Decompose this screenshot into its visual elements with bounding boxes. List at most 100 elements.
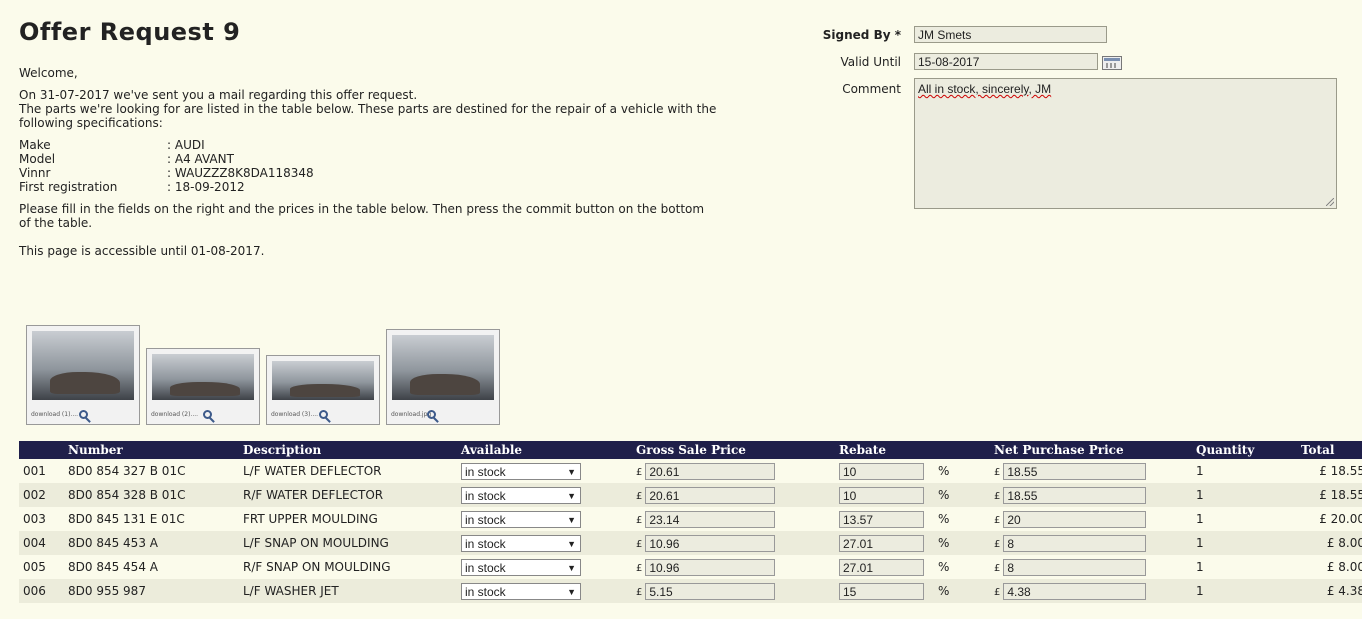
rebate-input[interactable]: 13.57 — [839, 510, 924, 528]
col-description: Description — [239, 441, 457, 459]
spec-make: Make: AUDI — [19, 138, 205, 152]
thumbnail-4[interactable]: download.jpg — [386, 329, 500, 425]
row-index: 001 — [19, 459, 64, 483]
quantity: 1 — [1192, 507, 1297, 531]
availability-select[interactable]: in stock ▼ — [461, 558, 581, 576]
valid-until-field[interactable]: 15-08-2017 — [914, 53, 1098, 70]
row-index: 004 — [19, 531, 64, 555]
table-row: 004 8D0 845 453 A L/F SNAP ON MOULDING in s… — [19, 531, 1362, 555]
currency-symbol: £ — [994, 514, 1001, 526]
part-number: 8D0 854 327 B 01C — [64, 459, 239, 483]
spec-first-registration: First registration: 18-09-2012 — [19, 180, 245, 194]
calendar-icon[interactable] — [1102, 56, 1122, 70]
row-index: 005 — [19, 555, 64, 579]
rebate-input[interactable]: 10 — [839, 462, 924, 480]
gross-sale-price-input[interactable]: 20.61 — [645, 486, 776, 504]
col-quantity: Quantity — [1192, 441, 1297, 459]
currency-symbol: £ — [636, 562, 643, 574]
net-purchase-price-input[interactable]: 8 — [1003, 534, 1147, 552]
zoom-icon[interactable] — [79, 410, 88, 419]
rebate-input[interactable]: 27.01 — [839, 558, 924, 576]
row-total: £ 18.55 — [1297, 483, 1362, 507]
part-description: L/F SNAP ON MOULDING — [239, 531, 457, 555]
rebate-input[interactable]: 15 — [839, 582, 924, 600]
comment-textarea[interactable]: All in stock, sincerely, JM — [914, 78, 1337, 209]
part-number: 8D0 955 987 — [64, 579, 239, 603]
currency-symbol: £ — [636, 538, 643, 550]
thumbnail-1[interactable]: download (1).... — [26, 325, 140, 425]
row-total: £ 18.55 — [1297, 459, 1362, 483]
percent-symbol: % — [938, 583, 950, 598]
page-title: Offer Request 9 — [19, 18, 241, 46]
resize-grip-icon[interactable] — [1326, 198, 1334, 206]
part-description: L/F WATER DEFLECTOR — [239, 459, 457, 483]
net-purchase-price-input[interactable]: 18.55 — [1003, 462, 1147, 480]
zoom-icon[interactable] — [203, 410, 212, 419]
availability-select[interactable]: in stock ▼ — [461, 462, 581, 480]
col-number: Number — [64, 441, 239, 459]
car-image — [152, 354, 254, 400]
intro-line-1: On 31-07-2017 we've sent you a mail rega… — [19, 88, 418, 102]
gross-sale-price-input[interactable]: 10.96 — [645, 534, 776, 552]
row-total: £ 8.00 — [1297, 531, 1362, 555]
availability-select[interactable]: in stock ▼ — [461, 534, 581, 552]
part-number: 8D0 845 454 A — [64, 555, 239, 579]
thumbnail-3[interactable]: download (3).... — [266, 355, 380, 425]
quantity: 1 — [1192, 531, 1297, 555]
table-row: 001 8D0 854 327 B 01C L/F WATER DEFLECTOR i… — [19, 459, 1362, 483]
net-purchase-price-input[interactable]: 20 — [1003, 510, 1147, 528]
gross-sale-price-input[interactable]: 23.14 — [645, 510, 776, 528]
percent-symbol: % — [938, 487, 950, 502]
availability-select[interactable]: in stock ▼ — [461, 486, 581, 504]
zoom-icon[interactable] — [319, 410, 328, 419]
intro-text: On 31-07-2017 we've sent you a mail rega… — [19, 88, 719, 130]
part-number: 8D0 854 328 B 01C — [64, 483, 239, 507]
availability-value: in stock — [465, 560, 506, 575]
part-description: R/F SNAP ON MOULDING — [239, 555, 457, 579]
rebate-input[interactable]: 27.01 — [839, 534, 924, 552]
car-image — [272, 361, 374, 400]
row-total: £ 8.00 — [1297, 555, 1362, 579]
currency-symbol: £ — [994, 466, 1001, 478]
availability-select[interactable]: in stock ▼ — [461, 582, 581, 600]
signed-by-field[interactable]: JM Smets — [914, 26, 1107, 43]
gross-sale-price-input[interactable]: 5.15 — [645, 582, 776, 600]
comment-text: All in stock, sincerely, JM — [918, 82, 1052, 96]
spec-vinnr: Vinnr: WAUZZZ8K8DA118348 — [19, 166, 314, 180]
part-description: L/F WASHER JET — [239, 579, 457, 603]
spec-model: Model: A4 AVANT — [19, 152, 234, 166]
col-rebate: Rebate — [835, 441, 990, 459]
net-purchase-price-input[interactable]: 8 — [1003, 558, 1147, 576]
gross-sale-price-input[interactable]: 10.96 — [645, 558, 776, 576]
availability-value: in stock — [465, 536, 506, 551]
comment-label: Comment — [842, 82, 901, 96]
currency-symbol: £ — [636, 586, 643, 598]
part-description: R/F WATER DEFLECTOR — [239, 483, 457, 507]
part-number: 8D0 845 131 E 01C — [64, 507, 239, 531]
welcome-text: Welcome, — [19, 66, 78, 80]
currency-symbol: £ — [994, 538, 1001, 550]
dropdown-arrow-icon: ▼ — [567, 490, 576, 501]
thumbnail-2[interactable]: download (2).... — [146, 348, 260, 425]
quantity: 1 — [1192, 483, 1297, 507]
net-purchase-price-input[interactable]: 18.55 — [1003, 486, 1147, 504]
table-row: 002 8D0 854 328 B 01C R/F WATER DEFLECTOR i… — [19, 483, 1362, 507]
quantity: 1 — [1192, 459, 1297, 483]
row-total: £ 4.38 — [1297, 579, 1362, 603]
percent-symbol: % — [938, 559, 950, 574]
gross-sale-price-input[interactable]: 20.61 — [645, 462, 776, 480]
row-index: 006 — [19, 579, 64, 603]
table-header-row: Number Description Available Gross Sale … — [19, 441, 1362, 459]
row-index: 003 — [19, 507, 64, 531]
dropdown-arrow-icon: ▼ — [567, 538, 576, 549]
rebate-input[interactable]: 10 — [839, 486, 924, 504]
net-purchase-price-input[interactable]: 4.38 — [1003, 582, 1147, 600]
currency-symbol: £ — [994, 586, 1001, 598]
col-index — [19, 441, 64, 459]
availability-select[interactable]: in stock ▼ — [461, 510, 581, 528]
zoom-icon[interactable] — [427, 410, 436, 419]
dropdown-arrow-icon: ▼ — [567, 562, 576, 573]
table-row: 003 8D0 845 131 E 01C FRT UPPER MOULDING in… — [19, 507, 1362, 531]
col-gross-sale-price: Gross Sale Price — [632, 441, 835, 459]
currency-symbol: £ — [994, 490, 1001, 502]
